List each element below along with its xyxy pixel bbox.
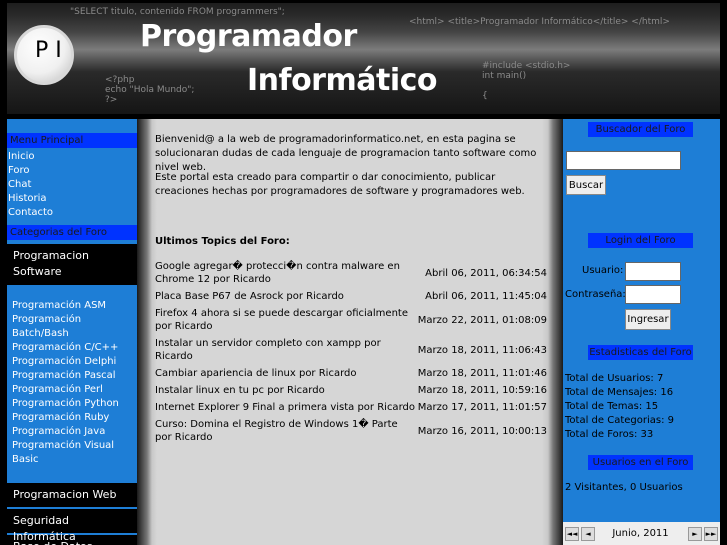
online-title: Usuarios en el Foro bbox=[588, 455, 693, 470]
stat-users: Total de Usuarios: 7 bbox=[565, 373, 664, 384]
password-field[interactable] bbox=[625, 285, 681, 304]
topic-date: Marzo 17, 2011, 11:01:57 bbox=[417, 402, 547, 413]
language-asm[interactable]: Programación ASM bbox=[7, 299, 137, 313]
topic-row[interactable]: Instalar un servidor completo con xampp … bbox=[155, 337, 547, 363]
topic-row[interactable]: Google agregar� protecci�n contra malwar… bbox=[155, 260, 547, 286]
calendar-bar: ◄◄ ◄ Junio, 2011 ► ►► bbox=[563, 522, 720, 545]
category-web[interactable]: Programacion Web bbox=[7, 483, 137, 507]
menu-item-contacto[interactable]: Contacto bbox=[7, 206, 137, 220]
topic-date: Abril 06, 2011, 06:34:54 bbox=[425, 267, 547, 279]
calendar-next-icon[interactable]: ► bbox=[688, 526, 702, 541]
login-title: Login del Foro bbox=[588, 233, 693, 248]
categories-title: Categorias del Foro bbox=[7, 225, 137, 240]
topic-title[interactable]: Instalar linux en tu pc por Ricardo bbox=[155, 384, 417, 397]
site-logo[interactable]: P I bbox=[14, 25, 74, 85]
language-batch[interactable]: Programación Batch/Bash bbox=[7, 313, 137, 341]
language-visual-basic[interactable]: Programación Visual Basic bbox=[7, 439, 137, 467]
stat-topics: Total de Temas: 15 bbox=[565, 401, 659, 412]
menu-item-inicio[interactable]: Inicio bbox=[7, 150, 137, 164]
site-title-line1: Programador bbox=[140, 19, 357, 54]
topics-list: Google agregar� protecci�n contra malwar… bbox=[155, 260, 547, 448]
site-header: "SELECT titulo, contenido FROM programme… bbox=[0, 0, 727, 119]
topic-row[interactable]: Internet Explorer 9 Final a primera vist… bbox=[155, 401, 547, 414]
logo-letters: P I bbox=[35, 38, 62, 63]
topic-date: Marzo 18, 2011, 10:59:16 bbox=[417, 385, 547, 396]
code-snippet-php: <?php echo "Hola Mundo"; ?> bbox=[105, 75, 195, 105]
menu-item-chat[interactable]: Chat bbox=[7, 178, 137, 192]
topic-title[interactable]: Curso: Domina el Registro de Windows 1� … bbox=[155, 418, 417, 444]
topic-title[interactable]: Google agregar� protecci�n contra malwar… bbox=[155, 260, 417, 286]
language-perl[interactable]: Programación Perl bbox=[7, 383, 137, 397]
header-banner: "SELECT titulo, contenido FROM programme… bbox=[7, 3, 720, 114]
search-input[interactable] bbox=[566, 151, 681, 170]
left-sidebar: Menu Principal Inicio Foro Chat Historia… bbox=[7, 119, 137, 545]
username-label: Usuario: bbox=[582, 265, 624, 276]
topic-title[interactable]: Firefox 4 ahora si se puede descargar of… bbox=[155, 307, 417, 333]
menu-item-historia[interactable]: Historia bbox=[7, 192, 137, 206]
topic-title[interactable]: Instalar un servidor completo con xampp … bbox=[155, 337, 417, 363]
right-sidebar: Buscador del Foro Buscar Login del Foro … bbox=[563, 119, 720, 545]
username-field[interactable] bbox=[625, 262, 681, 281]
password-label: Contraseña: bbox=[565, 289, 626, 300]
menu-title: Menu Principal bbox=[7, 133, 137, 148]
language-java[interactable]: Programación Java bbox=[7, 425, 137, 439]
topic-date: Marzo 22, 2011, 01:08:09 bbox=[417, 314, 547, 326]
online-count: 2 Visitantes, 0 Usuarios bbox=[565, 482, 683, 493]
language-delphi[interactable]: Programación Delphi bbox=[7, 355, 137, 369]
stat-forums: Total de Foros: 33 bbox=[565, 429, 654, 440]
code-snippet-sql: "SELECT titulo, contenido FROM programme… bbox=[70, 7, 285, 17]
topic-row[interactable]: Cambiar apariencia de linux por Ricardo … bbox=[155, 367, 547, 380]
menu-item-foro[interactable]: Foro bbox=[7, 164, 137, 178]
category-software[interactable]: Programacion Software bbox=[7, 244, 137, 285]
topics-title: Ultimos Topics del Foro: bbox=[155, 236, 290, 247]
calendar-month: Junio, 2011 bbox=[612, 528, 669, 539]
calendar-prev-icon[interactable]: ◄ bbox=[581, 526, 595, 541]
topic-row[interactable]: Curso: Domina el Registro de Windows 1� … bbox=[155, 418, 547, 444]
language-ruby[interactable]: Programación Ruby bbox=[7, 411, 137, 425]
language-python[interactable]: Programación Python bbox=[7, 397, 137, 411]
topic-title[interactable]: Cambiar apariencia de linux por Ricardo bbox=[155, 367, 417, 380]
search-title: Buscador del Foro bbox=[588, 122, 693, 137]
main-menu: Inicio Foro Chat Historia Contacto bbox=[7, 150, 137, 220]
stats-title: Estadisticas del Foro bbox=[588, 345, 693, 360]
stat-categories: Total de Categorias: 9 bbox=[565, 415, 674, 426]
code-snippet-c: #include <stdio.h> int main() { bbox=[482, 61, 571, 101]
intro-paragraph-1: Bienvenid@ a la web de programadorinform… bbox=[155, 134, 537, 173]
topic-title[interactable]: Internet Explorer 9 Final a primera vist… bbox=[155, 401, 417, 414]
topic-date: Marzo 16, 2011, 10:00:13 bbox=[417, 425, 547, 437]
topic-date: Marzo 18, 2011, 11:01:46 bbox=[417, 368, 547, 379]
calendar-next-year-icon[interactable]: ►► bbox=[704, 526, 718, 541]
main-content: Bienvenid@ a la web de programadorinform… bbox=[137, 119, 563, 545]
topic-row[interactable]: Placa Base P67 de Asrock por Ricardo Abr… bbox=[155, 290, 547, 303]
search-button[interactable]: Buscar bbox=[566, 175, 606, 195]
language-pascal[interactable]: Programación Pascal bbox=[7, 369, 137, 383]
topic-row[interactable]: Firefox 4 ahora si se puede descargar of… bbox=[155, 307, 547, 333]
code-snippet-html: <html> <title>Programador Informático</t… bbox=[409, 17, 670, 27]
topic-row[interactable]: Instalar linux en tu pc por Ricardo Marz… bbox=[155, 384, 547, 397]
stat-messages: Total de Mensajes: 16 bbox=[565, 387, 674, 398]
calendar-prev-year-icon[interactable]: ◄◄ bbox=[565, 526, 579, 541]
language-c[interactable]: Programación C/C++ bbox=[7, 341, 137, 355]
category-security[interactable]: Seguridad Informática bbox=[7, 509, 137, 543]
intro-paragraph-2: Este portal esta creado para compartir o… bbox=[155, 172, 525, 197]
topic-date: Abril 06, 2011, 11:45:04 bbox=[425, 291, 547, 302]
topic-title[interactable]: Placa Base P67 de Asrock por Ricardo bbox=[155, 290, 417, 303]
topic-date: Marzo 18, 2011, 11:06:43 bbox=[417, 344, 547, 356]
site-title-line2: Informático bbox=[247, 63, 438, 98]
language-list: Programación ASM Programación Batch/Bash… bbox=[7, 299, 137, 467]
login-button[interactable]: Ingresar bbox=[625, 309, 671, 330]
